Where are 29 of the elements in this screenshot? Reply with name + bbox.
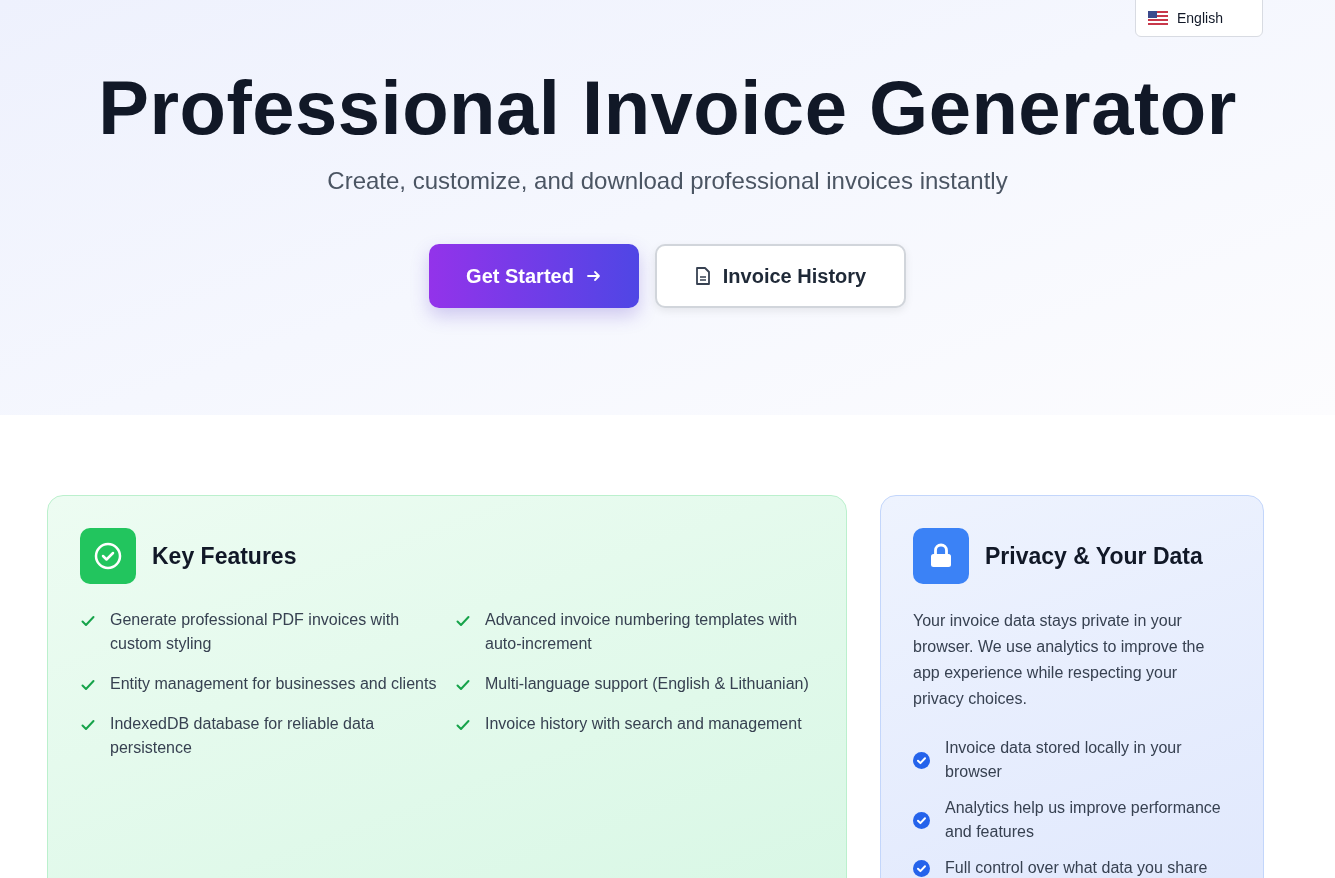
flag-icon [1148,11,1168,25]
get-started-button[interactable]: Get Started [429,244,639,309]
feature-text: Entity management for businesses and clients [110,674,437,694]
check-circle-icon [913,811,930,829]
checkmark-icon [80,677,96,693]
language-selector[interactable]: English [1135,0,1263,37]
privacy-point: Analytics help us improve performance and features [945,798,1222,842]
checkmark-icon [455,717,471,733]
document-icon [694,266,711,287]
privacy-description: Your invoice data stays private in your browser. We use analytics to improve the app experience while respecting your privacy choices. [913,611,1206,709]
feature-text: Multi-language support (English & Lithuanian) [485,674,809,694]
page-subtitle: Create, customize, and download professional invoices instantly [327,167,1008,196]
page-title: Professional Invoice Generator [98,64,1237,152]
check-circle-icon [913,751,930,769]
feature-text: Advanced invoice numbering templates with auto-increment [485,610,799,654]
lock-icon [913,528,969,584]
card-title: Privacy & Your Data [985,542,1203,570]
feature-text: Invoice history with search and management [485,714,802,734]
checkmark-icon [455,613,471,629]
privacy-point: Invoice data stored locally in your browser [945,738,1183,782]
checkmark-icon [80,613,96,629]
invoice-history-button[interactable]: Invoice History [655,244,906,309]
feature-text: Generate professional PDF invoices with custom styling [110,610,401,654]
check-circle-icon [913,859,930,877]
card-title: Key Features [152,542,297,570]
checkmark-icon [455,677,471,693]
checkmark-icon [80,717,96,733]
privacy-point: Full control over what data you share [945,858,1208,878]
feature-text: IndexedDB database for reliable data persistence [110,714,376,758]
